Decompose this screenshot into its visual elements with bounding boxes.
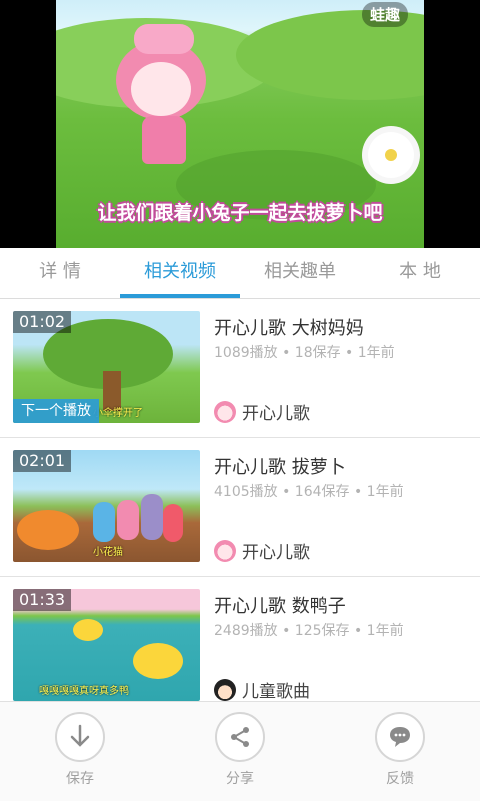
feedback-label: 反馈	[386, 771, 414, 787]
list-item[interactable]: 02:01 小花猫 开心儿歌 拔萝卜 4105播放 • 164保存 • 1年前 …	[0, 438, 480, 577]
video-meta: 2489播放 • 125保存 • 1年前	[214, 623, 404, 639]
video-thumbnail[interactable]: 02:01 小花猫	[13, 450, 200, 562]
duration-badge: 02:01	[13, 450, 72, 472]
flower-center-illustration	[385, 149, 397, 161]
brand-logo: 蛙趣	[361, 2, 408, 27]
video-title[interactable]: 开心儿歌 大树妈妈	[214, 314, 364, 340]
bunny-body-illustration	[142, 116, 186, 164]
feedback-button[interactable]: 反馈	[360, 712, 440, 788]
tab-bar: 详 情 相关视频 相关趣单 本 地	[0, 248, 480, 299]
share-label: 分享	[226, 771, 254, 787]
list-item[interactable]: 01:02 小伞撑开了 下一个播放 开心儿歌 大树妈妈 1089播放 • 18保…	[0, 299, 480, 438]
video-meta: 4105播放 • 164保存 • 1年前	[214, 484, 404, 500]
thumbnail-caption: 小花猫	[93, 547, 123, 558]
bunny-face-illustration	[131, 62, 191, 116]
save-label: 保存	[66, 771, 94, 787]
thumbnail-caption: 嘎嘎嘎嘎真呀真多鸭	[39, 686, 129, 697]
video-player[interactable]: 蛙趣 让我们跟着小兔子一起去拔萝卜吧	[0, 0, 480, 248]
download-icon	[55, 712, 105, 762]
share-icon	[215, 712, 265, 762]
channel-name: 开心儿歌	[242, 543, 310, 563]
channel-link[interactable]: 开心儿歌	[214, 399, 310, 424]
duck-illustration	[133, 643, 183, 679]
list-item[interactable]: 01:33 嘎嘎嘎嘎真呀真多鸭 开心儿歌 数鸭子 2489播放 • 125保存 …	[0, 577, 480, 701]
tab-details[interactable]: 详 情	[0, 248, 120, 298]
video-thumbnail[interactable]: 01:02 小伞撑开了 下一个播放	[13, 311, 200, 423]
character-illustration	[117, 500, 139, 540]
character-illustration	[163, 504, 183, 542]
chat-bubble-icon	[375, 712, 425, 762]
video-thumbnail[interactable]: 01:33 嘎嘎嘎嘎真呀真多鸭	[13, 589, 200, 701]
character-illustration	[93, 502, 115, 542]
kid-avatar-icon	[214, 678, 236, 701]
duration-badge: 01:02	[13, 311, 72, 333]
tab-related-videos[interactable]: 相关视频	[120, 248, 240, 298]
up-next-badge: 下一个播放	[13, 399, 99, 423]
video-title[interactable]: 开心儿歌 拔萝卜	[214, 453, 346, 479]
tab-related-lists[interactable]: 相关趣单	[240, 248, 360, 298]
bow-illustration	[134, 24, 194, 54]
carrot-illustration	[17, 510, 79, 550]
bunny-avatar-icon	[214, 400, 236, 423]
bottom-action-bar: 保存 分享 反馈	[0, 701, 480, 801]
channel-link[interactable]: 开心儿歌	[214, 538, 310, 563]
channel-link[interactable]: 儿童歌曲	[214, 677, 310, 701]
video-frame[interactable]: 蛙趣 让我们跟着小兔子一起去拔萝卜吧	[56, 0, 424, 248]
duck-illustration	[73, 619, 103, 641]
duration-badge: 01:33	[13, 589, 72, 611]
bunny-avatar-icon	[214, 539, 236, 562]
save-button[interactable]: 保存	[40, 712, 120, 788]
video-meta: 1089播放 • 18保存 • 1年前	[214, 345, 395, 361]
share-button[interactable]: 分享	[200, 712, 280, 788]
character-illustration	[141, 494, 163, 540]
channel-name: 儿童歌曲	[242, 682, 310, 701]
tab-local[interactable]: 本 地	[360, 248, 480, 298]
video-title[interactable]: 开心儿歌 数鸭子	[214, 592, 346, 618]
channel-name: 开心儿歌	[242, 404, 310, 424]
video-subtitle: 让我们跟着小兔子一起去拔萝卜吧	[97, 202, 383, 224]
related-video-list[interactable]: 01:02 小伞撑开了 下一个播放 开心儿歌 大树妈妈 1089播放 • 18保…	[0, 299, 480, 701]
thumbnail-caption: 小伞撑开了	[93, 408, 143, 419]
